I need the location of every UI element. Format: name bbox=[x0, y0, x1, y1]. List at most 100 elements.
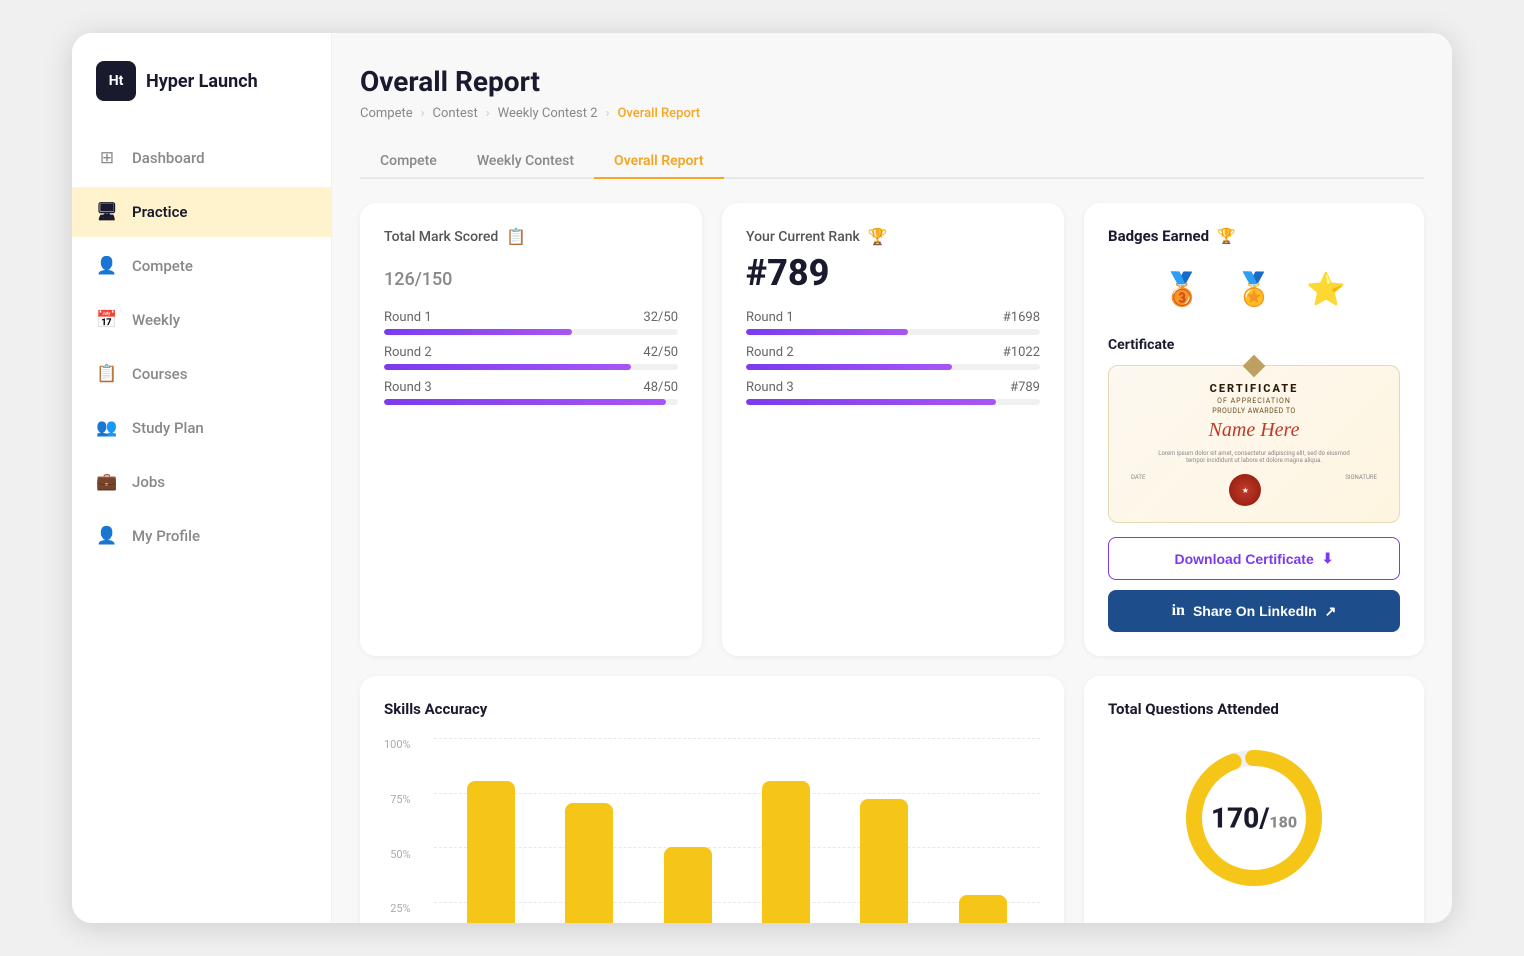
bar-java2 bbox=[946, 895, 1020, 923]
sidebar-label-jobs: Jobs bbox=[132, 473, 165, 491]
chart-title: Skills Accuracy bbox=[384, 700, 1040, 718]
cert-awarded: PROUDLY AWARDED TO bbox=[1212, 407, 1296, 415]
breadcrumb-sep-3: › bbox=[606, 106, 610, 121]
cert-footer: DATE ★ SIGNATURE bbox=[1121, 474, 1387, 506]
bar-python-fill bbox=[762, 781, 810, 923]
cert-name: Name Here bbox=[1209, 419, 1300, 442]
cert-date-label: DATE bbox=[1131, 474, 1145, 506]
sidebar-label-courses: Courses bbox=[132, 365, 187, 383]
bar-java2-fill bbox=[959, 895, 1007, 923]
donut-value: 170/180 bbox=[1211, 802, 1297, 835]
compete-icon: 👤 bbox=[96, 255, 118, 277]
breadcrumb-compete[interactable]: Compete bbox=[360, 106, 413, 121]
bottom-row: Skills Accuracy 100% 75% 50% 25% bbox=[360, 676, 1424, 923]
bar-chart: 100% 75% 50% 25% bbox=[384, 738, 1040, 923]
marks-round-3: Round 3 48/50 bbox=[384, 380, 678, 405]
rank-card: Your Current Rank 🏆 #789 Round 1 #1698 R… bbox=[722, 203, 1064, 656]
download-certificate-button[interactable]: Download Certificate ⬇ bbox=[1108, 537, 1400, 580]
logo-area: Ht Hyper Launch bbox=[72, 61, 331, 133]
rank-icon: 🏆 bbox=[868, 227, 888, 246]
study-plan-icon: 👥 bbox=[96, 417, 118, 439]
download-icon: ⬇ bbox=[1322, 550, 1334, 567]
y-label-100: 100% bbox=[384, 738, 411, 751]
sidebar-item-compete[interactable]: 👤 Compete bbox=[72, 241, 331, 291]
rank-value: #789 bbox=[746, 252, 1040, 294]
bar-c-fill bbox=[467, 781, 515, 923]
donut-text: 170/180 bbox=[1211, 802, 1297, 835]
rank-round-1: Round 1 #1698 bbox=[746, 310, 1040, 335]
sidebar-item-dashboard[interactable]: ⊞ Dashboard bbox=[72, 133, 331, 183]
marks-round-2: Round 2 42/50 bbox=[384, 345, 678, 370]
linkedin-icon: in bbox=[1172, 602, 1185, 620]
tab-compete[interactable]: Compete bbox=[360, 145, 457, 179]
bar-python bbox=[749, 781, 823, 923]
logo-icon: Ht bbox=[96, 61, 136, 101]
external-link-icon: ↗ bbox=[1325, 603, 1337, 620]
cert-section-title: Certificate bbox=[1108, 337, 1400, 353]
sidebar-item-study-plan[interactable]: 👥 Study Plan bbox=[72, 403, 331, 453]
sidebar-item-practice[interactable]: 🖥 Practice bbox=[72, 187, 331, 237]
breadcrumb-sep-2: › bbox=[486, 106, 490, 121]
cert-subtitle: OF APPRECIATION bbox=[1217, 397, 1291, 405]
bar-cpp-fill bbox=[565, 803, 613, 923]
rank-label: Your Current Rank 🏆 bbox=[746, 227, 1040, 246]
sidebar-item-my-profile[interactable]: 👤 My Profile bbox=[72, 511, 331, 561]
breadcrumb-weekly-contest[interactable]: Weekly Contest 2 bbox=[498, 106, 598, 121]
sidebar-label-my-profile: My Profile bbox=[132, 527, 200, 545]
cert-award-badge: ★ bbox=[1229, 474, 1261, 506]
rank-round-2: Round 2 #1022 bbox=[746, 345, 1040, 370]
cert-preview: CERTIFICATE OF APPRECIATION PROUDLY AWAR… bbox=[1108, 365, 1400, 523]
jobs-icon: 💼 bbox=[96, 471, 118, 493]
app-title: Hyper Launch bbox=[146, 71, 258, 92]
stats-row: Total Mark Scored 📋 126/150 Round 1 32/5… bbox=[360, 203, 1424, 656]
cert-title: CERTIFICATE bbox=[1210, 382, 1299, 395]
sidebar-label-compete: Compete bbox=[132, 257, 193, 275]
grid-line-100 bbox=[434, 738, 1040, 739]
my-profile-icon: 👤 bbox=[96, 525, 118, 547]
donut-wrapper: 170/180 bbox=[1108, 738, 1400, 898]
badge-trophy-icon: 🏆 bbox=[1217, 227, 1236, 245]
main-content: Overall Report Compete › Contest › Weekl… bbox=[332, 33, 1452, 923]
sidebar-label-study-plan: Study Plan bbox=[132, 419, 204, 437]
breadcrumb: Compete › Contest › Weekly Contest 2 › O… bbox=[360, 106, 1424, 121]
chart-area: 100% 75% 50% 25% bbox=[384, 738, 1040, 923]
bar-rust bbox=[847, 799, 921, 923]
bar-java-fill bbox=[664, 847, 712, 923]
sidebar-nav: ⊞ Dashboard 🖥 Practice 👤 Compete 📅 Weekl… bbox=[72, 133, 331, 895]
sidebar-item-courses[interactable]: 📋 Courses bbox=[72, 349, 331, 399]
tab-weekly-contest[interactable]: Weekly Contest bbox=[457, 145, 594, 179]
breadcrumb-overall-report: Overall Report bbox=[617, 106, 700, 121]
sidebar: Ht Hyper Launch ⊞ Dashboard 🖥 Practice 👤… bbox=[72, 33, 332, 923]
marks-round-1: Round 1 32/50 bbox=[384, 310, 678, 335]
bar-c bbox=[454, 781, 528, 923]
marks-card: Total Mark Scored 📋 126/150 Round 1 32/5… bbox=[360, 203, 702, 656]
bar-java bbox=[651, 847, 725, 923]
y-label-75: 75% bbox=[390, 793, 410, 806]
tab-overall-report[interactable]: Overall Report bbox=[594, 145, 724, 179]
questions-card: Total Questions Attended 170/180 bbox=[1084, 676, 1424, 923]
courses-icon: 📋 bbox=[96, 363, 118, 385]
sidebar-label-dashboard: Dashboard bbox=[132, 149, 205, 167]
badge-1: 🥉 bbox=[1154, 261, 1210, 317]
questions-title: Total Questions Attended bbox=[1108, 700, 1400, 718]
breadcrumb-sep-1: › bbox=[421, 106, 425, 121]
sidebar-label-weekly: Weekly bbox=[132, 311, 180, 329]
nav-tabs: Compete Weekly Contest Overall Report bbox=[360, 145, 1424, 179]
page-title: Overall Report bbox=[360, 65, 1424, 98]
bars-group bbox=[434, 781, 1040, 923]
linkedin-share-button[interactable]: in Share On LinkedIn ↗ bbox=[1108, 590, 1400, 632]
cert-signature-label: SIGNATURE bbox=[1345, 474, 1377, 506]
sidebar-item-weekly[interactable]: 📅 Weekly bbox=[72, 295, 331, 345]
sidebar-item-jobs[interactable]: 💼 Jobs bbox=[72, 457, 331, 507]
marks-value: 126/150 bbox=[384, 252, 678, 294]
badges-certificate-card: Badges Earned 🏆 🥉 🏅 ⭐ Certificate CERTIF… bbox=[1084, 203, 1424, 656]
badge-3: ⭐ bbox=[1298, 261, 1354, 317]
y-label-25: 25% bbox=[390, 902, 410, 915]
breadcrumb-contest[interactable]: Contest bbox=[433, 106, 478, 121]
cert-diamond bbox=[1243, 355, 1266, 378]
bar-cpp bbox=[552, 803, 626, 923]
y-axis: 100% 75% 50% 25% bbox=[384, 738, 419, 923]
skills-chart-card: Skills Accuracy 100% 75% 50% 25% bbox=[360, 676, 1064, 923]
sidebar-label-practice: Practice bbox=[132, 203, 187, 221]
marks-label: Total Mark Scored 📋 bbox=[384, 227, 678, 246]
